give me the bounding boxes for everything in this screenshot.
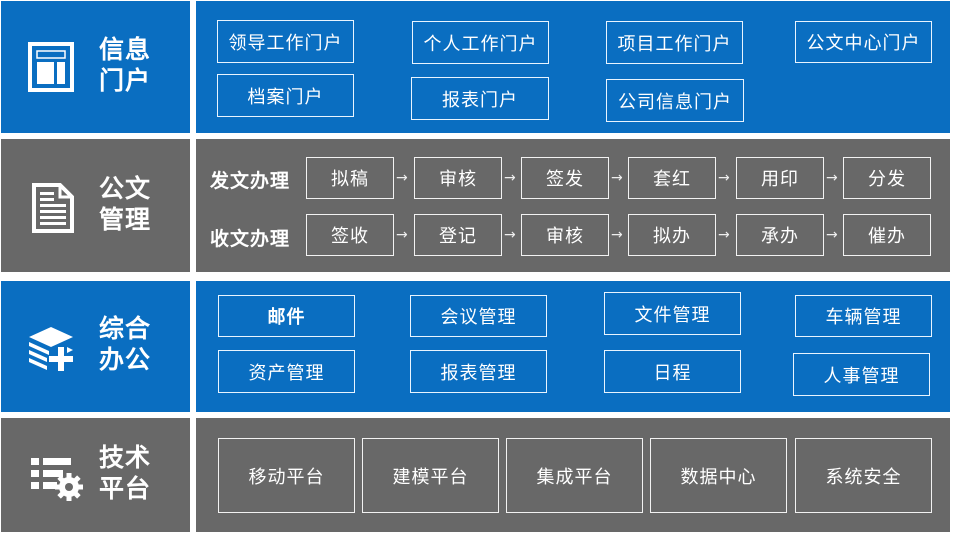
arrow-right-icon: → (826, 170, 838, 186)
section-title-line1: 信息 (99, 35, 152, 64)
portal-window-icon (28, 42, 74, 92)
office-item[interactable]: 文件管理 (604, 292, 741, 335)
office-item[interactable]: 邮件 (218, 295, 355, 337)
portal-item[interactable]: 报表门户 (411, 77, 549, 120)
portal-item[interactable]: 档案门户 (217, 74, 354, 117)
arrow-right-icon: → (396, 170, 408, 186)
section-title-line2: 门户 (99, 66, 152, 95)
office-item[interactable]: 人事管理 (793, 353, 930, 396)
section-header-office: 综合 办公 (1, 281, 190, 412)
flow-step[interactable]: 催办 (843, 214, 931, 256)
flow-step[interactable]: 审核 (521, 214, 609, 256)
flow-label-outgoing: 发文办理 (210, 170, 291, 192)
flow-step[interactable]: 拟稿 (306, 157, 394, 199)
section-title-line2: 办公 (99, 345, 152, 374)
portal-item[interactable]: 公文中心门户 (795, 21, 932, 63)
office-item[interactable]: 报表管理 (410, 350, 547, 393)
office-item[interactable]: 车辆管理 (795, 295, 932, 337)
list-gear-icon (31, 458, 83, 501)
flow-step[interactable]: 用印 (736, 157, 824, 199)
flow-step[interactable]: 套红 (628, 157, 716, 199)
arrow-right-icon: → (718, 227, 730, 243)
section-title-line1: 公文 (99, 174, 152, 203)
section-title-line1: 技术 (99, 443, 152, 472)
portal-item[interactable]: 个人工作门户 (412, 21, 549, 64)
section-title-line1: 综合 (99, 314, 152, 343)
portal-item[interactable]: 公司信息门户 (606, 79, 744, 122)
platform-item[interactable]: 数据中心 (650, 438, 787, 513)
portal-item[interactable]: 领导工作门户 (217, 20, 354, 63)
flow-step[interactable]: 拟办 (628, 214, 716, 256)
arrow-right-icon: → (504, 227, 516, 243)
section-header-document-management: 公文 管理 (1, 139, 190, 272)
flow-step[interactable]: 审核 (414, 157, 502, 199)
arrow-right-icon: → (826, 227, 838, 243)
section-header-tech-platform: 技术 平台 (1, 418, 190, 532)
platform-item[interactable]: 系统安全 (795, 438, 932, 513)
office-item[interactable]: 日程 (604, 350, 741, 393)
arrow-right-icon: → (718, 170, 730, 186)
arrow-right-icon: → (396, 227, 408, 243)
portal-item[interactable]: 项目工作门户 (606, 21, 743, 64)
office-item[interactable]: 资产管理 (218, 350, 355, 393)
flow-step[interactable]: 签收 (306, 214, 394, 256)
section-body-document-management: 发文办理 收文办理 拟稿 → 审核 → 签发 → 套红 → 用印 → 分发 签收 → 登记 → 审核 → 拟办 → 承… (196, 139, 950, 272)
flow-step[interactable]: 分发 (843, 157, 931, 199)
section-title-line2: 平台 (99, 474, 152, 503)
flow-step[interactable]: 签发 (521, 157, 609, 199)
layers-plus-icon (29, 327, 73, 371)
section-body-tech-platform: 移动平台 建模平台 集成平台 数据中心 系统安全 (196, 418, 950, 532)
platform-item[interactable]: 建模平台 (362, 438, 499, 513)
office-item[interactable]: 会议管理 (410, 295, 547, 337)
section-title-line2: 管理 (99, 205, 152, 234)
arrow-right-icon: → (611, 227, 623, 243)
section-body-info-portal: 领导工作门户 个人工作门户 项目工作门户 公文中心门户 档案门户 报表门户 公司… (196, 1, 950, 133)
flow-step[interactable]: 登记 (414, 214, 502, 256)
flow-label-incoming: 收文办理 (210, 228, 291, 250)
arrow-right-icon: → (504, 170, 516, 186)
section-header-info-portal: 信息 门户 (1, 1, 190, 133)
platform-item[interactable]: 集成平台 (506, 438, 643, 513)
arrow-right-icon: → (611, 170, 623, 186)
document-icon (32, 183, 74, 233)
flow-step[interactable]: 承办 (736, 214, 824, 256)
section-body-office: 邮件 会议管理 文件管理 车辆管理 资产管理 报表管理 日程 人事管理 (196, 281, 950, 412)
platform-item[interactable]: 移动平台 (218, 438, 355, 513)
